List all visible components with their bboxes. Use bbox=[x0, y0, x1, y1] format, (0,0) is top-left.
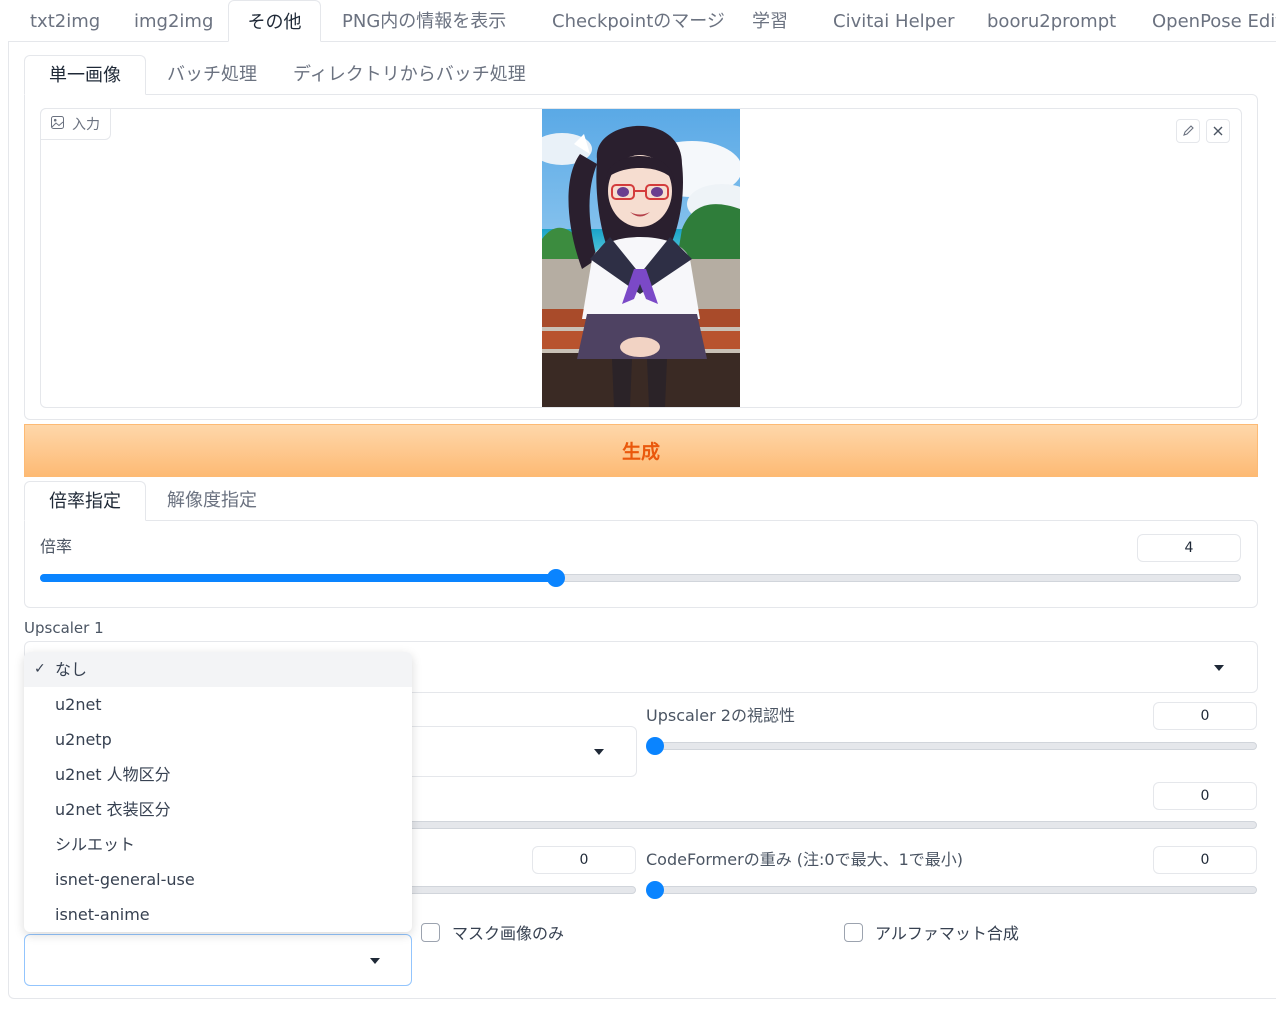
gfpgan-visibility-input[interactable]: 0 bbox=[1153, 782, 1257, 810]
dropdown-option-u2net-cloth-seg[interactable]: u2net 衣装区分 bbox=[24, 792, 412, 827]
dropdown-option-u2net-human-seg[interactable]: u2net 人物区分 bbox=[24, 757, 412, 792]
option-label: isnet-general-use bbox=[55, 870, 195, 889]
scale-by-panel bbox=[24, 520, 1258, 608]
dropdown-option-silueta[interactable]: シルエット bbox=[24, 827, 412, 862]
codeformer-weight-input[interactable]: 0 bbox=[1153, 846, 1257, 874]
image-input-label-text: 入力 bbox=[72, 117, 100, 133]
slider-thumb[interactable] bbox=[646, 881, 664, 899]
image-input-label: 入力 bbox=[40, 108, 111, 140]
codeformer-weight-slider[interactable] bbox=[646, 881, 1257, 899]
alpha-matting-checkbox[interactable] bbox=[844, 922, 863, 942]
mask-only-option[interactable]: マスク画像のみ bbox=[421, 921, 564, 943]
slider-thumb[interactable] bbox=[646, 737, 664, 755]
tab-scale-to[interactable]: 解像度指定 bbox=[167, 481, 257, 521]
tab-scale-by[interactable]: 倍率指定 bbox=[24, 481, 146, 521]
dropdown-option-isnet-general-use[interactable]: isnet-general-use bbox=[24, 862, 412, 897]
tab-png-info[interactable]: PNG内の情報を表示 bbox=[342, 0, 506, 42]
option-label: u2net bbox=[55, 695, 102, 714]
mask-only-checkbox[interactable] bbox=[421, 922, 440, 942]
codeformer-visibility-input[interactable]: 0 bbox=[532, 846, 636, 874]
generate-button[interactable]: 生成 bbox=[24, 424, 1258, 477]
rembg-select[interactable] bbox=[24, 934, 412, 986]
upscaler2-visibility-label: Upscaler 2の視認性 bbox=[646, 706, 795, 725]
edit-button[interactable] bbox=[1176, 119, 1200, 143]
dropdown-option-u2net[interactable]: u2net bbox=[24, 687, 412, 722]
dropdown-option-none[interactable]: ✓ なし bbox=[24, 652, 412, 687]
upscaler1-label: Upscaler 1 bbox=[24, 619, 104, 637]
input-image-preview[interactable] bbox=[542, 109, 740, 407]
tab-txt2img[interactable]: txt2img bbox=[30, 0, 100, 42]
alpha-matting-label: アルファマット合成 bbox=[875, 924, 1019, 943]
close-icon bbox=[1212, 122, 1224, 141]
resize-mode-tabs: 倍率指定 解像度指定 bbox=[24, 481, 1276, 521]
image-icon bbox=[51, 115, 64, 133]
option-label: u2net 衣装区分 bbox=[55, 800, 171, 819]
main-tab-bar: txt2img img2img その他 PNG内の情報を表示 Checkpoin… bbox=[0, 0, 1276, 42]
check-icon: ✓ bbox=[34, 661, 46, 677]
tab-checkpoint-merger[interactable]: Checkpointのマージ bbox=[552, 0, 725, 42]
option-label: シルエット bbox=[55, 835, 136, 854]
tab-civitai-helper[interactable]: Civitai Helper bbox=[833, 0, 955, 42]
codeformer-weight-label: CodeFormerの重み (注:0で最大、1で最小) bbox=[646, 850, 964, 869]
scale-number-input[interactable]: 4 bbox=[1137, 534, 1241, 562]
scale-label: 倍率 bbox=[40, 537, 73, 556]
option-label: u2netp bbox=[55, 730, 112, 749]
option-label: isnet-anime bbox=[55, 905, 150, 924]
option-label: なし bbox=[55, 660, 88, 679]
option-label: u2net 人物区分 bbox=[55, 765, 171, 784]
upscaler2-visibility-input[interactable]: 0 bbox=[1153, 702, 1257, 730]
dropdown-option-u2netp[interactable]: u2netp bbox=[24, 722, 412, 757]
upscaler2-visibility-slider[interactable] bbox=[646, 737, 1257, 755]
tab-batch-from-directory[interactable]: ディレクトリからバッチ処理 bbox=[293, 55, 526, 95]
tab-booru2prompt[interactable]: booru2prompt bbox=[987, 0, 1116, 42]
chevron-down-icon bbox=[370, 958, 380, 964]
scale-slider-fill bbox=[40, 574, 557, 582]
tab-train[interactable]: 学習 bbox=[752, 0, 788, 42]
tab-batch-process[interactable]: バッチ処理 bbox=[167, 55, 257, 95]
tab-extras[interactable]: その他 bbox=[228, 0, 321, 42]
chevron-down-icon bbox=[594, 749, 604, 755]
rembg-dropdown-list: ✓ なし u2net u2netp u2net 人物区分 u2net 衣装区分 … bbox=[24, 652, 412, 932]
pencil-icon bbox=[1182, 122, 1195, 141]
tab-img2img[interactable]: img2img bbox=[134, 0, 213, 42]
slider-track bbox=[655, 886, 1257, 894]
mask-only-label: マスク画像のみ bbox=[452, 924, 565, 943]
slider-track bbox=[655, 742, 1257, 750]
extras-sub-tabs: 単一画像 バッチ処理 ディレクトリからバッチ処理 bbox=[24, 55, 1276, 95]
alpha-matting-option[interactable]: アルファマット合成 bbox=[844, 921, 1019, 943]
chevron-down-icon bbox=[1214, 665, 1224, 671]
tab-openpose-editor[interactable]: OpenPose Editor bbox=[1152, 0, 1276, 42]
tab-single-image[interactable]: 単一画像 bbox=[24, 55, 146, 95]
dropdown-option-isnet-anime[interactable]: isnet-anime bbox=[24, 897, 412, 932]
clear-image-button[interactable] bbox=[1206, 119, 1230, 143]
scale-slider[interactable] bbox=[40, 569, 1241, 587]
